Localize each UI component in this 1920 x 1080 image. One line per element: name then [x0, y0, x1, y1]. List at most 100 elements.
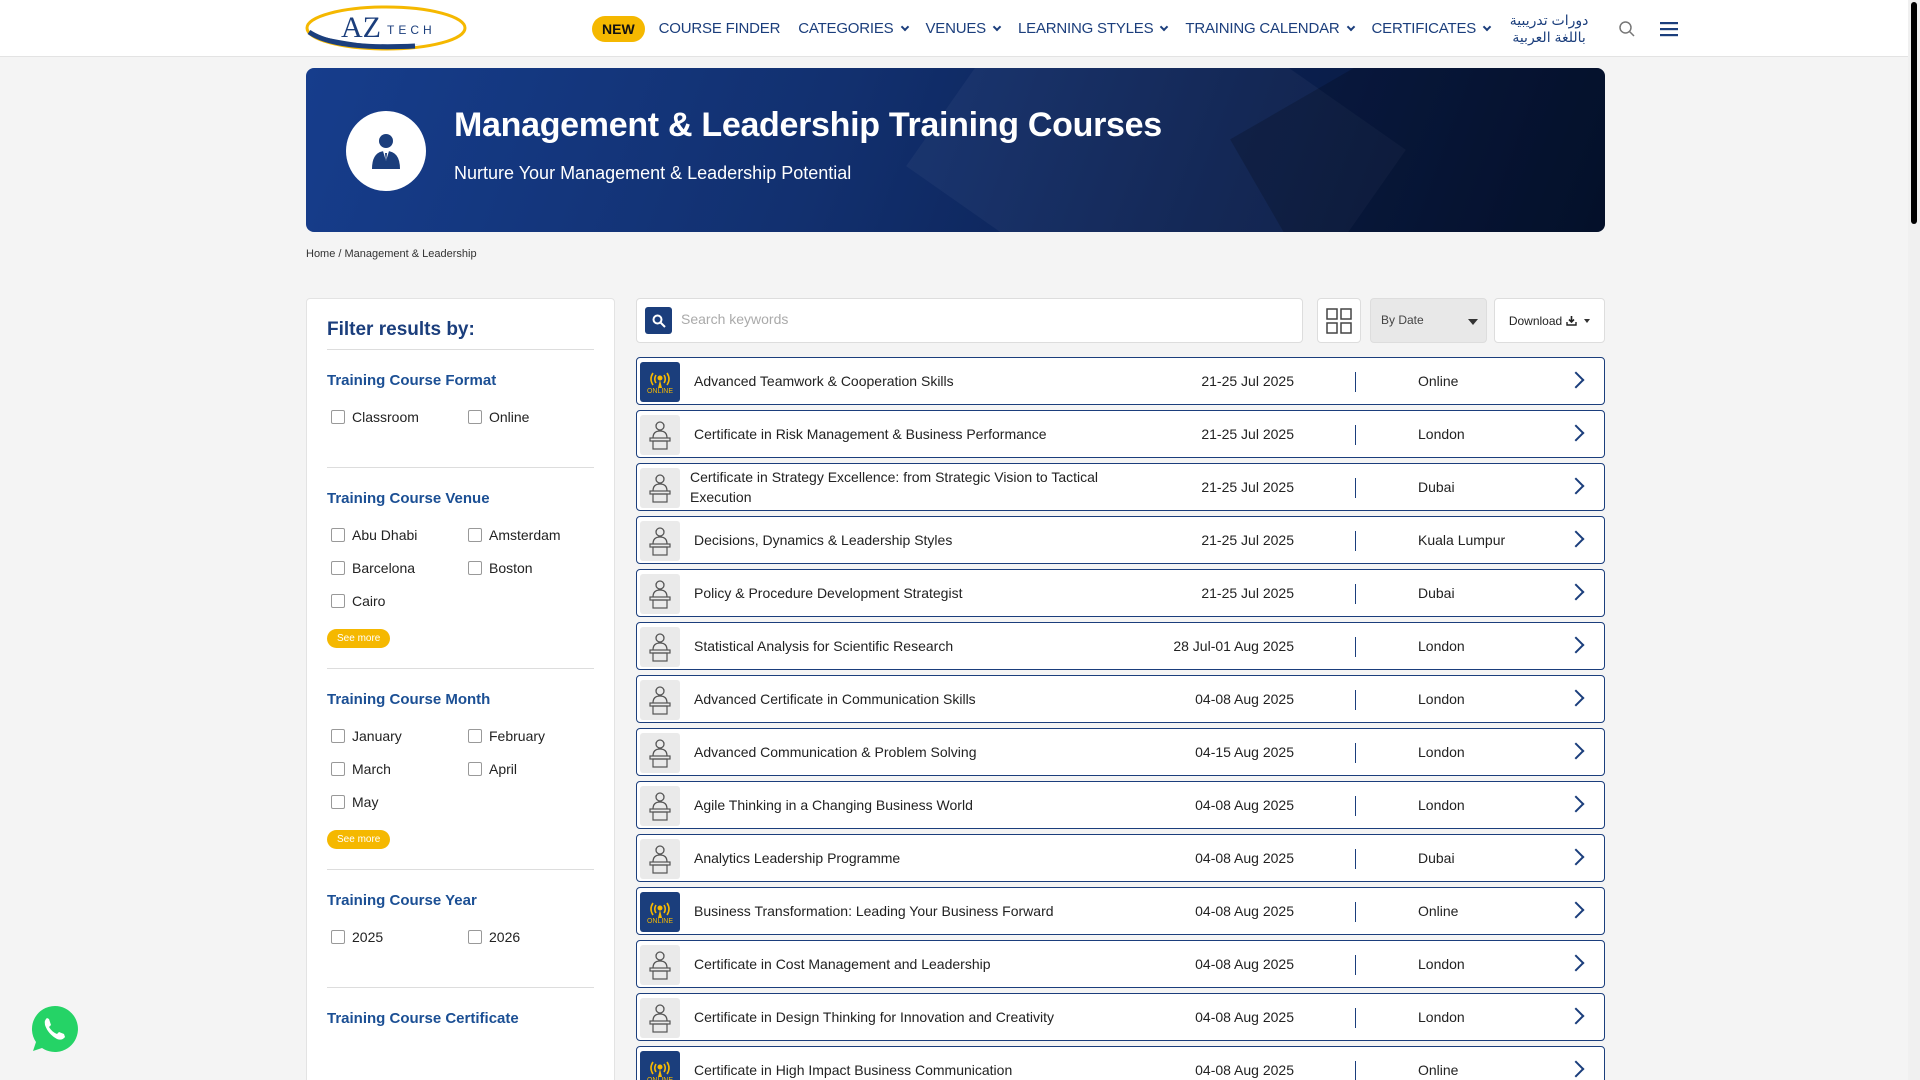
chevron-right-icon[interactable] [1567, 371, 1585, 389]
checkbox[interactable] [331, 762, 345, 776]
course-row[interactable]: Certificate in Risk Management & Busines… [636, 410, 1605, 458]
month-see-more-button[interactable]: See more [327, 830, 391, 849]
online-course-icon: ONLINE [640, 362, 680, 402]
chevron-right-icon[interactable] [1567, 1007, 1585, 1025]
filter-option-february[interactable]: February [464, 728, 601, 744]
course-row[interactable]: ONLINE Advanced Teamwork & Cooperation S… [636, 357, 1605, 405]
course-row[interactable]: Analytics Leadership Programme 04-08 Aug… [636, 834, 1605, 882]
filter-option-cairo[interactable]: Cairo [327, 593, 464, 609]
course-date: 21-25 Jul 2025 [1201, 479, 1294, 495]
course-row[interactable]: Policy & Procedure Development Strategis… [636, 569, 1605, 617]
search-button[interactable] [645, 307, 672, 334]
whatsapp-icon[interactable] [30, 1004, 80, 1054]
search-icon [652, 314, 666, 328]
checkbox[interactable] [331, 594, 345, 608]
filter-option-2026[interactable]: 2026 [464, 929, 601, 945]
chevron-right-icon[interactable] [1567, 901, 1585, 919]
filter-option-boston[interactable]: Boston [464, 560, 601, 576]
nav-venues[interactable]: VENUES [926, 20, 1002, 37]
course-title[interactable]: Certificate in Risk Management & Busines… [694, 411, 1124, 457]
breadcrumb[interactable]: Home / Management & Leadership [306, 248, 477, 260]
checkbox[interactable] [331, 410, 345, 424]
divider [1355, 425, 1356, 445]
nav-new-badge[interactable]: NEW [592, 15, 645, 42]
course-row[interactable]: Advanced Communication & Problem Solving… [636, 728, 1605, 776]
filter-venue: Training Course Venue Abu Dhabi Amsterda… [327, 468, 594, 669]
chevron-right-icon[interactable] [1567, 742, 1585, 760]
course-title[interactable]: Statistical Analysis for Scientific Rese… [694, 623, 1124, 669]
course-row[interactable]: ONLINE Business Transformation: Leading … [636, 887, 1605, 935]
checkbox[interactable] [468, 729, 482, 743]
chevron-right-icon[interactable] [1567, 477, 1585, 495]
checkbox[interactable] [331, 930, 345, 944]
chevron-right-icon[interactable] [1567, 795, 1585, 813]
course-row[interactable]: Certificate in Strategy Excellence: from… [636, 463, 1605, 511]
filter-option-amsterdam[interactable]: Amsterdam [464, 527, 601, 543]
course-title[interactable]: Agile Thinking in a Changing Business Wo… [694, 782, 1124, 828]
filter-option-online[interactable]: Online [464, 409, 601, 425]
checkbox[interactable] [468, 762, 482, 776]
filter-option-barcelona[interactable]: Barcelona [327, 560, 464, 576]
course-row[interactable]: Certificate in Design Thinking for Innov… [636, 993, 1605, 1041]
course-title[interactable]: Decisions, Dynamics & Leadership Styles [694, 517, 1124, 563]
chevron-right-icon[interactable] [1567, 530, 1585, 548]
chevron-right-icon[interactable] [1567, 1060, 1585, 1078]
chevron-right-icon[interactable] [1567, 583, 1585, 601]
filter-certificate: Training Course Certificate [327, 988, 594, 1067]
filter-option-abu-dhabi[interactable]: Abu Dhabi [327, 527, 464, 543]
chevron-right-icon[interactable] [1567, 689, 1585, 707]
course-title[interactable]: Advanced Communication & Problem Solving [694, 729, 1124, 775]
checkbox[interactable] [468, 561, 482, 575]
filter-option-classroom[interactable]: Classroom [327, 409, 464, 425]
course-title[interactable]: Analytics Leadership Programme [694, 835, 1124, 881]
sort-dropdown[interactable]: By Date [1370, 298, 1487, 343]
course-title[interactable]: Certificate in Cost Management and Leade… [694, 941, 1124, 987]
course-row[interactable]: Statistical Analysis for Scientific Rese… [636, 622, 1605, 670]
filter-option-april[interactable]: April [464, 761, 601, 777]
nav-training-calendar[interactable]: TRAINING CALENDAR [1185, 20, 1355, 37]
divider [1355, 478, 1356, 498]
course-title[interactable]: Business Transformation: Leading Your Bu… [694, 888, 1124, 934]
checkbox[interactable] [331, 528, 345, 542]
filter-option-march[interactable]: March [327, 761, 464, 777]
aztech-logo[interactable]: AZ TECH [305, 4, 467, 52]
nav-categories[interactable]: CATEGORIES [798, 20, 909, 37]
course-row[interactable]: Agile Thinking in a Changing Business Wo… [636, 781, 1605, 829]
page-scrollbar[interactable] [1908, 0, 1920, 1080]
checkbox[interactable] [468, 410, 482, 424]
scrollbar-thumb[interactable] [1911, 2, 1917, 224]
chevron-right-icon[interactable] [1567, 424, 1585, 442]
checkbox[interactable] [468, 528, 482, 542]
search-input[interactable] [681, 311, 1281, 327]
download-button[interactable]: Download [1494, 298, 1605, 343]
course-row[interactable]: Certificate in Cost Management and Leade… [636, 940, 1605, 988]
course-title[interactable]: Certificate in High Impact Business Comm… [694, 1047, 1124, 1080]
filter-option-january[interactable]: January [327, 728, 464, 744]
course-row[interactable]: Advanced Certificate in Communication Sk… [636, 675, 1605, 723]
nav-learning-styles[interactable]: LEARNING STYLES [1018, 20, 1169, 37]
course-venue: London [1418, 426, 1465, 442]
grid-view-button[interactable] [1317, 298, 1361, 343]
nav-course-finder[interactable]: COURSE FINDER [659, 20, 781, 37]
nav-certificates[interactable]: CERTIFICATES [1372, 20, 1492, 37]
nav-arabic-courses[interactable]: دورات تدريبية باللغة العربية [1508, 12, 1590, 46]
filter-option-may[interactable]: May [327, 794, 464, 810]
venue-see-more-button[interactable]: See more [327, 629, 391, 648]
chevron-right-icon[interactable] [1567, 848, 1585, 866]
checkbox[interactable] [468, 930, 482, 944]
course-row[interactable]: Decisions, Dynamics & Leadership Styles … [636, 516, 1605, 564]
checkbox[interactable] [331, 729, 345, 743]
course-title[interactable]: Advanced Certificate in Communication Sk… [694, 676, 1124, 722]
chevron-right-icon[interactable] [1567, 954, 1585, 972]
course-title[interactable]: Certificate in Design Thinking for Innov… [694, 994, 1124, 1040]
checkbox[interactable] [331, 795, 345, 809]
chevron-right-icon[interactable] [1567, 636, 1585, 654]
course-title[interactable]: Advanced Teamwork & Cooperation Skills [694, 358, 1124, 404]
course-title[interactable]: Certificate in Strategy Excellence: from… [690, 464, 1120, 510]
search-icon[interactable] [1618, 20, 1636, 38]
filter-option-2025[interactable]: 2025 [327, 929, 464, 945]
course-title[interactable]: Policy & Procedure Development Strategis… [694, 570, 1124, 616]
course-row[interactable]: ONLINE Certificate in High Impact Busine… [636, 1046, 1605, 1080]
checkbox[interactable] [331, 561, 345, 575]
hamburger-menu-icon[interactable] [1658, 20, 1680, 38]
